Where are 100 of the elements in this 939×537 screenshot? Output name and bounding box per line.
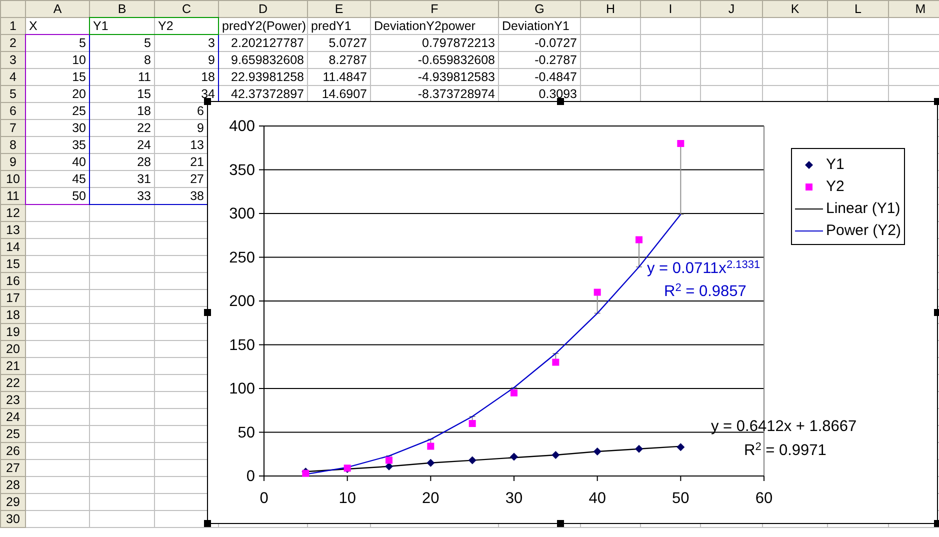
trendline-equation: R$^{2}$ = 0.9857 [664, 283, 746, 301]
table-cell: -0.2787 [498, 52, 580, 68]
row-header[interactable]: 17 [0, 290, 26, 306]
row-header[interactable]: 5 [0, 86, 26, 102]
column-header[interactable]: H [580, 0, 640, 18]
row-header[interactable]: 1 [0, 18, 26, 34]
row-header[interactable]: 30 [0, 510, 26, 528]
table-cell: 8 [90, 52, 154, 68]
data-point [427, 442, 434, 450]
column-header[interactable]: C [154, 0, 218, 18]
axis-label: 250 [229, 249, 255, 266]
row-header[interactable]: 3 [0, 52, 26, 68]
data-point [552, 358, 560, 366]
row-header[interactable]: 2 [0, 34, 26, 52]
column-header[interactable]: B [90, 0, 154, 18]
resize-handle[interactable] [557, 520, 564, 527]
resize-handle[interactable] [557, 98, 564, 105]
axis-label: 100 [229, 380, 255, 398]
row-header[interactable]: 28 [0, 476, 26, 494]
row-header[interactable]: 15 [0, 256, 26, 272]
legend-marker-icon [804, 182, 814, 192]
row-header[interactable]: 14 [0, 238, 26, 256]
row-header[interactable]: 26 [0, 442, 26, 460]
row-header[interactable]: 27 [0, 460, 26, 476]
row-header[interactable]: 16 [0, 272, 26, 290]
axis-label: 400 [229, 118, 255, 135]
row-header[interactable]: 24 [0, 408, 26, 426]
table-cell: 9.659832608 [218, 52, 308, 68]
table-cell: 5 [90, 34, 154, 52]
table-cell: -4.939812583 [370, 68, 498, 86]
column-header[interactable]: G [498, 0, 580, 18]
table-cell: -0.659832608 [370, 52, 498, 68]
resize-handle[interactable] [204, 98, 211, 105]
row-header[interactable]: 9 [0, 154, 26, 170]
row-header[interactable]: 23 [0, 392, 26, 408]
row-header[interactable]: 19 [0, 324, 26, 340]
row-header[interactable]: 22 [0, 374, 26, 392]
table-cell: predY2(Power) [218, 18, 308, 34]
resize-handle[interactable] [204, 520, 211, 527]
row-header[interactable]: 25 [0, 426, 26, 442]
legend-label: Y2 [826, 176, 844, 197]
row-header[interactable]: 13 [0, 222, 26, 238]
column-header[interactable]: K [762, 0, 828, 18]
legend-label: Power (Y2) [826, 220, 902, 241]
row-header[interactable]: 21 [0, 358, 26, 374]
table-cell: DeviationY1 [498, 18, 580, 34]
axis-label: 200 [229, 293, 255, 310]
chart-area[interactable]: 0 50 100 150 200 250 300 350 400 0 10 20 30 40 50 60 y = 0.0711x$^{2.1331}$ R$^{2}$ = 0.9857 y = 0.6412x + 1.8667 R$^{2}$ = 0.9971 Y1 Y2 Linear (Y1) Power (Y2) [207, 101, 938, 524]
row-header[interactable]: 7 [0, 120, 26, 136]
data-point [593, 448, 602, 456]
axis-label: 50 [672, 490, 690, 507]
row-header[interactable]: 18 [0, 306, 26, 324]
axis-label: 300 [229, 206, 255, 222]
row-header[interactable]: 8 [0, 136, 26, 154]
resize-handle[interactable] [204, 309, 211, 316]
column-header[interactable]: I [640, 0, 700, 18]
data-point [426, 458, 435, 467]
table-cell: -0.0727 [498, 34, 580, 52]
data-point [510, 452, 518, 461]
data-point [468, 420, 476, 427]
data-point [636, 236, 642, 244]
data-point [676, 443, 685, 452]
axis-label: 0 [260, 490, 268, 507]
axis-label: 30 [505, 490, 523, 507]
table-cell: 8.2787 [308, 52, 370, 68]
row-header[interactable]: 29 [0, 494, 26, 510]
table-cell: 0.797872213 [370, 34, 498, 52]
table-cell: -0.4847 [498, 68, 580, 86]
axis-label: 60 [755, 490, 773, 507]
row-header[interactable]: 6 [0, 102, 26, 120]
column-header[interactable]: A [26, 0, 90, 18]
column-header[interactable]: L [828, 0, 888, 18]
axis-label: 0 [246, 468, 255, 485]
legend-label: Y1 [826, 154, 844, 175]
axis-label: 50 [238, 424, 255, 442]
row-header[interactable]: 11 [0, 188, 26, 204]
table-cell: 22.93981258 [218, 68, 308, 86]
table-cell: 28 [90, 154, 154, 170]
trendline-equation: y = 0.0711x$^{2.1331}$ [647, 260, 760, 278]
table-cell: 24 [90, 136, 154, 154]
resize-handle[interactable] [934, 309, 939, 316]
column-header[interactable]: M [888, 0, 939, 18]
table-cell: 2.202127787 [218, 34, 308, 52]
resize-handle[interactable] [934, 98, 939, 105]
column-header[interactable]: D [218, 0, 308, 18]
row-header[interactable]: 4 [0, 68, 26, 86]
row-header[interactable]: 12 [0, 204, 26, 222]
axis-label: 150 [229, 336, 255, 354]
table-cell: 11 [90, 68, 154, 86]
column-header[interactable]: E [308, 0, 370, 18]
table-cell: 31 [90, 170, 154, 188]
column-header[interactable]: J [700, 0, 762, 18]
row-header[interactable]: 20 [0, 340, 26, 358]
column-header[interactable]: F [370, 0, 498, 18]
row-header[interactable]: 10 [0, 170, 26, 188]
data-point [552, 451, 560, 459]
resize-handle[interactable] [934, 520, 939, 527]
data-point [677, 140, 684, 147]
table-cell: 22 [90, 120, 154, 136]
table-cell: 18 [90, 102, 154, 120]
